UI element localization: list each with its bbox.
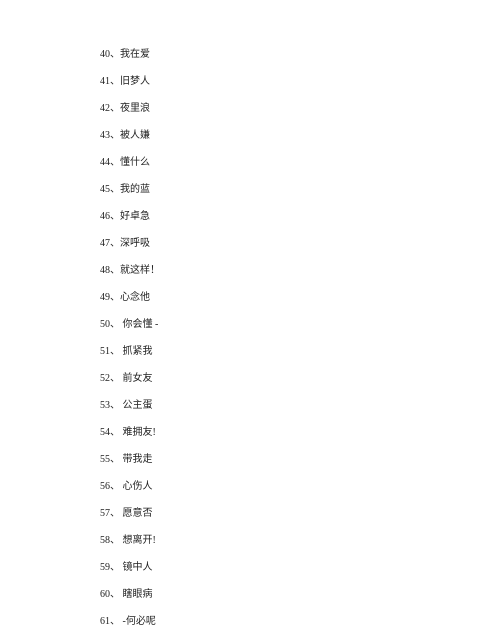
list-item: 44、懂什么 [100,158,500,168]
item-number: 44 [100,157,110,168]
list-item: 52、 前女友 [100,374,500,384]
list-item: 45、我的蓝 [100,185,500,195]
list-item: 48、就这样！ [100,266,500,276]
item-text: 我在爱 [120,49,150,60]
list-item: 42、夜里浪 [100,104,500,114]
item-separator: 、 [110,481,120,492]
item-number: 48 [100,265,110,276]
item-text: 难拥友! [120,427,156,438]
list-item: 57、 愿意否 [100,509,500,519]
item-number: 52 [100,373,110,384]
item-number: 47 [100,238,110,249]
list-item: 54、 难拥友! [100,428,500,438]
item-number: 50 [100,319,110,330]
item-text: 旧梦人 [120,76,150,87]
item-text: 前女友 [120,373,153,384]
item-text: 懂什么 [120,157,150,168]
list-item: 61、 -何必呢 [100,617,500,627]
item-text: 带我走 [120,454,153,465]
item-number: 41 [100,76,110,87]
item-number: 60 [100,589,110,600]
list-item: 58、 想离开! [100,536,500,546]
item-separator: 、 [110,49,120,60]
item-number: 54 [100,427,110,438]
item-text: 被人嫌 [120,130,150,141]
item-text: 镜中人 [120,562,153,573]
list-item: 56、 心伤人 [100,482,500,492]
item-separator: 、 [110,157,120,168]
item-separator: 、 [110,427,120,438]
item-number: 58 [100,535,110,546]
item-separator: 、 [110,130,120,141]
item-text: 夜里浪 [120,103,150,114]
list-item: 60、 瞎眼病 [100,590,500,600]
item-number: 49 [100,292,110,303]
item-number: 56 [100,481,110,492]
item-number: 43 [100,130,110,141]
item-number: 57 [100,508,110,519]
list-item: 49、心念他 [100,293,500,303]
numbered-list: 40、我在爱41、旧梦人42、夜里浪43、被人嫌44、懂什么45、我的蓝46、好… [100,50,500,644]
list-item: 46、好卓急 [100,212,500,222]
item-separator: 、 [110,184,120,195]
item-number: 59 [100,562,110,573]
list-item: 50、 你会懂 - [100,320,500,330]
item-number: 46 [100,211,110,222]
item-text: -何必呢 [120,616,156,627]
item-text: 抓紧我 [120,346,153,357]
item-number: 40 [100,49,110,60]
item-text: 深呼吸 [120,238,150,249]
item-separator: 、 [110,292,120,303]
item-text: 你会懂 - [120,319,158,330]
list-item: 43、被人嫌 [100,131,500,141]
item-separator: 、 [110,400,120,411]
item-separator: 、 [110,346,120,357]
item-separator: 、 [110,373,120,384]
item-text: 想离开! [120,535,156,546]
item-number: 45 [100,184,110,195]
item-number: 51 [100,346,110,357]
item-number: 55 [100,454,110,465]
item-separator: 、 [110,103,120,114]
item-separator: 、 [110,535,120,546]
item-separator: 、 [110,589,120,600]
list-item: 51、 抓紧我 [100,347,500,357]
item-separator: 、 [110,265,120,276]
item-text: 就这样！ [120,265,160,276]
item-separator: 、 [110,319,120,330]
list-item: 40、我在爱 [100,50,500,60]
item-separator: 、 [110,616,120,627]
list-item: 55、 带我走 [100,455,500,465]
item-separator: 、 [110,238,120,249]
list-item: 41、旧梦人 [100,77,500,87]
item-separator: 、 [110,454,120,465]
list-item: 47、深呼吸 [100,239,500,249]
item-text: 心伤人 [120,481,153,492]
item-separator: 、 [110,508,120,519]
item-separator: 、 [110,562,120,573]
item-text: 愿意否 [120,508,153,519]
item-number: 42 [100,103,110,114]
item-text: 好卓急 [120,211,150,222]
list-item: 59、 镜中人 [100,563,500,573]
item-separator: 、 [110,76,120,87]
item-text: 瞎眼病 [120,589,153,600]
item-text: 我的蓝 [120,184,150,195]
item-number: 53 [100,400,110,411]
item-text: 公主蛋 [120,400,153,411]
list-item: 53、 公主蛋 [100,401,500,411]
item-separator: 、 [110,211,120,222]
item-number: 61 [100,616,110,627]
item-text: 心念他 [120,292,150,303]
